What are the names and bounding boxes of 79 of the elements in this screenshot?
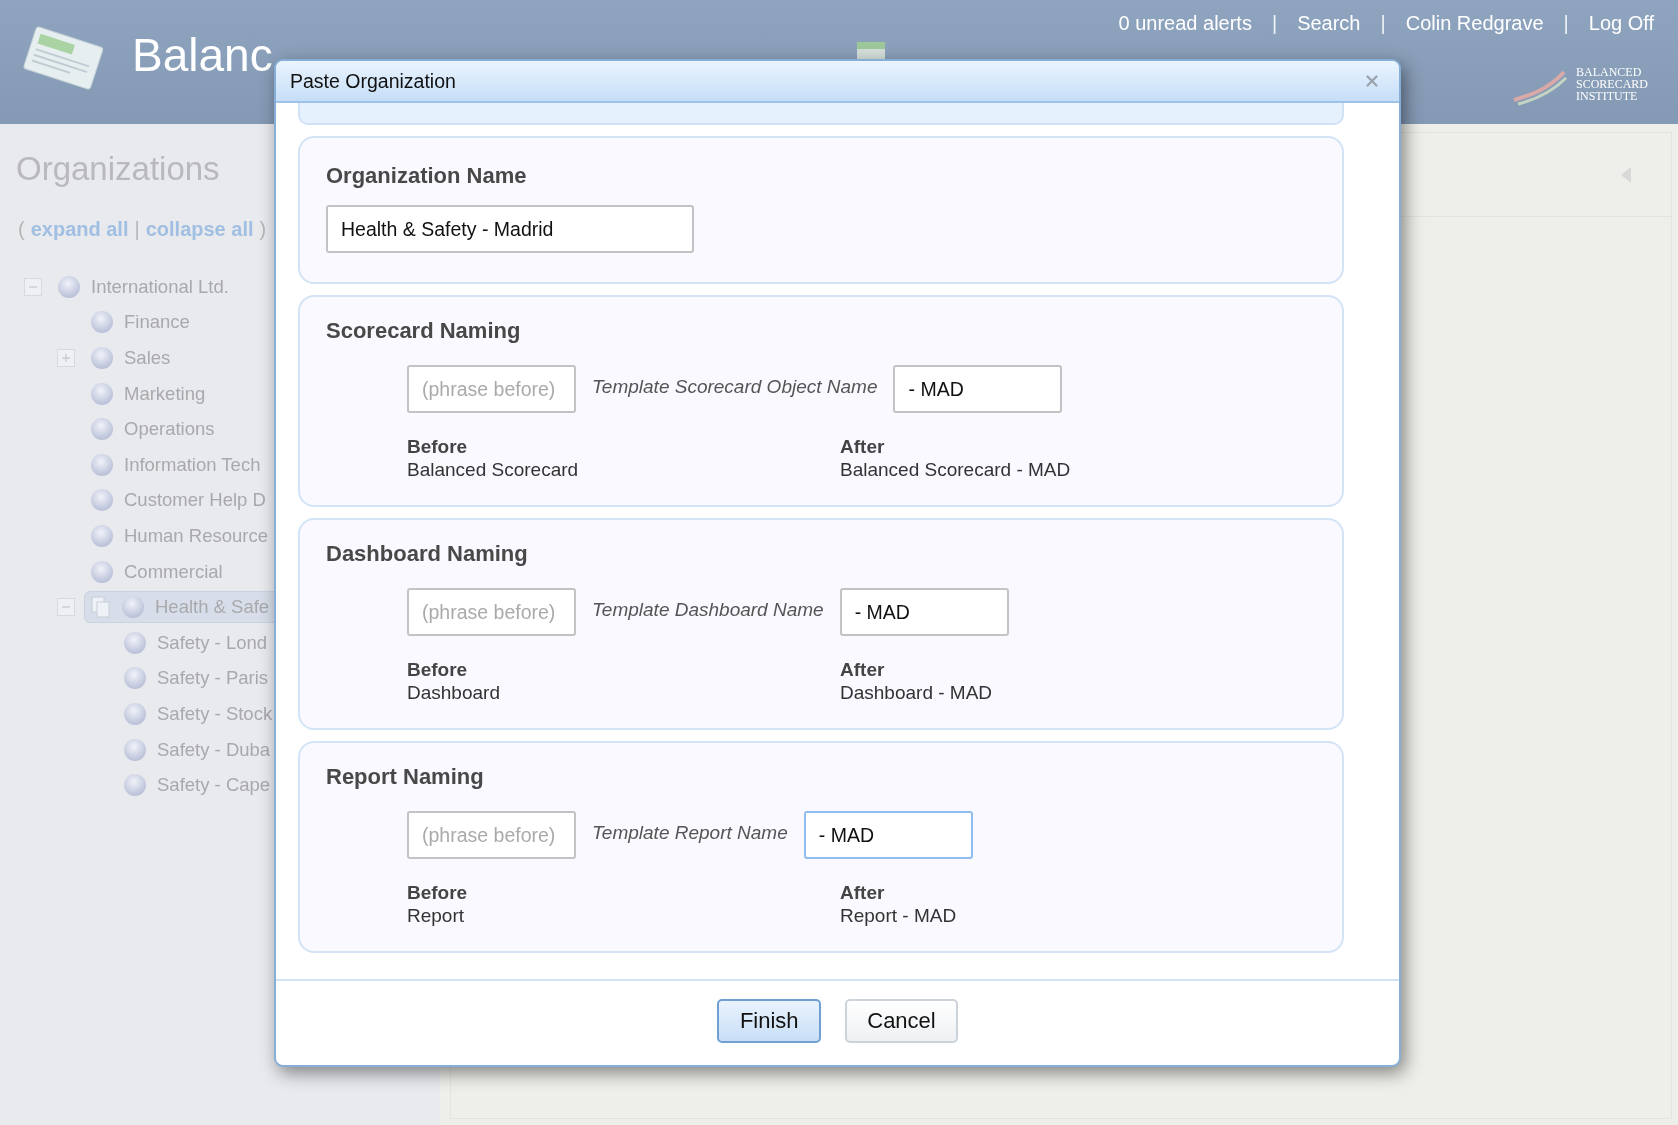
tree-item-label[interactable]: Safety - Stock bbox=[157, 702, 273, 725]
template-name-label: Template Report Name bbox=[592, 822, 788, 844]
tree-item-label[interactable]: Sales bbox=[124, 347, 171, 369]
before-value: Balanced Scorecard bbox=[407, 458, 579, 481]
tree-item-label: Health & Safe bbox=[155, 596, 270, 619]
header-link[interactable]: Search bbox=[1297, 12, 1361, 35]
globe-icon bbox=[91, 418, 113, 441]
globe-icon bbox=[91, 311, 113, 334]
tree-item-label[interactable]: Customer Help D bbox=[124, 489, 266, 512]
globe-icon bbox=[91, 347, 113, 369]
tree-item-label[interactable]: Safety - Lond bbox=[157, 631, 268, 654]
plus-icon bbox=[61, 353, 71, 363]
globe-icon bbox=[124, 631, 146, 654]
globe-icon bbox=[122, 596, 144, 619]
tree-item-label[interactable]: Human Resource bbox=[124, 524, 268, 547]
divider-text: | bbox=[134, 218, 140, 241]
suffix-field[interactable]: - MAD bbox=[893, 365, 1063, 413]
after-value: Dashboard - MAD bbox=[840, 681, 993, 704]
tree-item-label[interactable]: Operations bbox=[124, 418, 215, 441]
globe-icon bbox=[91, 382, 113, 405]
institute-logo-text: BALANCED SCORECARD INSTITUTE bbox=[1576, 66, 1650, 102]
template-name-label: Template Scorecard Object Name bbox=[592, 376, 878, 398]
tree-item-label[interactable]: Information Tech bbox=[124, 453, 261, 476]
globe-icon bbox=[124, 702, 146, 725]
after-value: Report - MAD bbox=[840, 904, 957, 927]
section-title: Dashboard Naming bbox=[326, 540, 528, 568]
before-label: Before bbox=[407, 881, 468, 904]
calendar-icon bbox=[855, 39, 886, 59]
tree-item-label[interactable]: Safety - Duba bbox=[157, 738, 271, 761]
tree-item-label[interactable]: Commercial bbox=[124, 560, 223, 583]
finish-button[interactable]: Finish bbox=[717, 999, 822, 1043]
app-title: Balanc bbox=[132, 28, 273, 82]
before-label: Before bbox=[407, 435, 468, 458]
divider-text: | bbox=[1563, 12, 1569, 35]
prefix-field[interactable]: (phrase before) bbox=[407, 811, 576, 859]
header-link[interactable]: Log Off bbox=[1588, 12, 1654, 35]
section-title: Organization Name bbox=[326, 162, 527, 190]
divider-text: | bbox=[1380, 12, 1386, 35]
after-label: After bbox=[840, 658, 885, 681]
tree-item-label[interactable]: Safety - Cape bbox=[157, 774, 271, 797]
bracket: ( bbox=[18, 218, 25, 241]
section-title: Scorecard Naming bbox=[326, 317, 521, 345]
organization-name-field[interactable]: Health & Safety - Madrid bbox=[326, 205, 694, 253]
tree-item-label[interactable]: Finance bbox=[124, 311, 190, 334]
suffix-field[interactable]: - MAD bbox=[839, 588, 1009, 636]
before-value: Dashboard bbox=[407, 681, 500, 704]
before-label: Before bbox=[407, 658, 468, 681]
globe-icon bbox=[124, 738, 146, 761]
header-link[interactable]: Colin Redgrave bbox=[1405, 12, 1544, 35]
tree-item-label[interactable]: International Ltd. bbox=[91, 275, 229, 298]
prefix-field[interactable]: (phrase before) bbox=[407, 588, 576, 636]
after-value: Balanced Scorecard - MAD bbox=[840, 458, 1071, 481]
collapse-toggle[interactable] bbox=[24, 277, 42, 296]
globe-icon bbox=[91, 524, 113, 547]
collapse-all-link[interactable]: collapse all bbox=[145, 218, 254, 241]
globe-icon bbox=[124, 774, 146, 797]
collapse-toggle[interactable] bbox=[57, 598, 75, 617]
globe-icon bbox=[91, 453, 113, 476]
globe-icon bbox=[58, 275, 80, 298]
bracket: ) bbox=[259, 218, 267, 241]
after-label: After bbox=[840, 435, 885, 458]
header-link[interactable]: 0 unread alerts bbox=[1118, 12, 1252, 35]
tree-item-label[interactable]: Marketing bbox=[124, 382, 206, 405]
globe-icon bbox=[124, 667, 146, 690]
prefix-field[interactable]: (phrase before) bbox=[407, 365, 576, 413]
globe-icon bbox=[91, 560, 113, 583]
template-name-label: Template Dashboard Name bbox=[592, 599, 824, 621]
dialog-title: Paste Organization bbox=[290, 69, 456, 93]
suffix-field[interactable]: - MAD bbox=[803, 811, 973, 859]
cancel-button[interactable]: Cancel bbox=[845, 999, 958, 1043]
close-button[interactable] bbox=[1363, 72, 1381, 90]
expand-toggle[interactable] bbox=[57, 349, 75, 367]
divider-text: | bbox=[1271, 12, 1278, 35]
expand-all-link[interactable]: expand all bbox=[30, 218, 129, 241]
section-title: Report Naming bbox=[326, 763, 484, 791]
tree-item-label[interactable]: Safety - Paris bbox=[157, 667, 269, 690]
globe-icon bbox=[91, 489, 113, 512]
before-value: Report bbox=[407, 904, 465, 927]
after-label: After bbox=[840, 881, 885, 904]
